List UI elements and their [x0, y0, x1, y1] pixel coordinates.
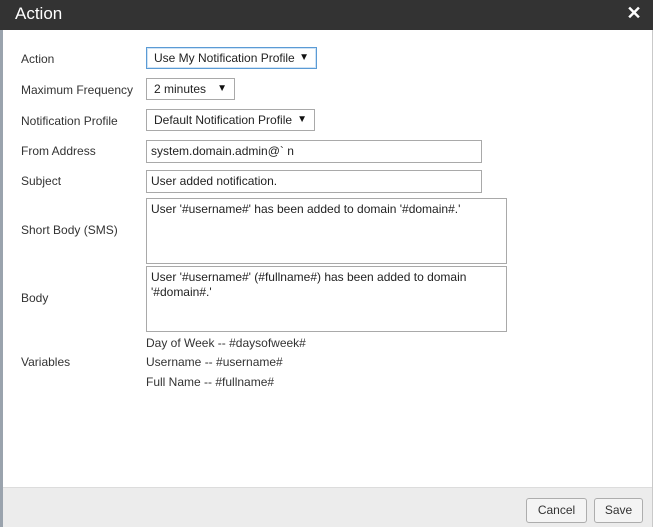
body-textarea[interactable]: User '#username#' (#fullname#) has been … — [146, 266, 507, 332]
chevron-down-icon: ▼ — [297, 114, 307, 125]
notification-profile-select[interactable]: Default Notification Profile ▼ — [146, 109, 315, 131]
notification-profile-select-value: Default Notification Profile — [154, 113, 293, 127]
chevron-down-icon: ▼ — [299, 52, 309, 63]
max-frequency-select-value: 2 minutes — [154, 82, 207, 96]
from-address-label: From Address — [21, 144, 96, 158]
chevron-down-icon: ▼ — [217, 83, 227, 94]
subject-input[interactable]: User added notification. — [146, 170, 482, 193]
short-body-textarea[interactable]: User '#username#' has been added to doma… — [146, 198, 507, 264]
from-address-input[interactable]: system.domain.admin@` n — [146, 140, 482, 163]
dialog-body: Action Use My Notification Profile ▼ Max… — [3, 30, 652, 487]
dialog-footer: Cancel Save — [3, 487, 652, 527]
dialog-title: Action — [15, 4, 63, 23]
action-label: Action — [21, 52, 55, 66]
max-frequency-select[interactable]: 2 minutes ▼ — [146, 78, 235, 100]
close-icon[interactable]: ✕ — [625, 3, 643, 23]
variable-item: Full Name -- #fullname# — [146, 375, 275, 389]
subject-label: Subject — [21, 174, 62, 188]
action-select[interactable]: Use My Notification Profile ▼ — [146, 47, 317, 69]
save-button[interactable]: Save — [594, 498, 643, 523]
dialog-titlebar: Action ✕ — [0, 0, 653, 30]
variable-item: Day of Week -- #daysofweek# — [146, 336, 306, 350]
variable-item: Username -- #username# — [146, 355, 283, 369]
notification-profile-label: Notification Profile — [21, 114, 118, 128]
max-frequency-label: Maximum Frequency — [21, 83, 134, 97]
short-body-label: Short Body (SMS) — [21, 223, 118, 237]
action-select-value: Use My Notification Profile — [154, 51, 295, 65]
variables-label: Variables — [21, 355, 71, 369]
cancel-button[interactable]: Cancel — [526, 498, 587, 523]
body-label: Body — [21, 291, 49, 305]
